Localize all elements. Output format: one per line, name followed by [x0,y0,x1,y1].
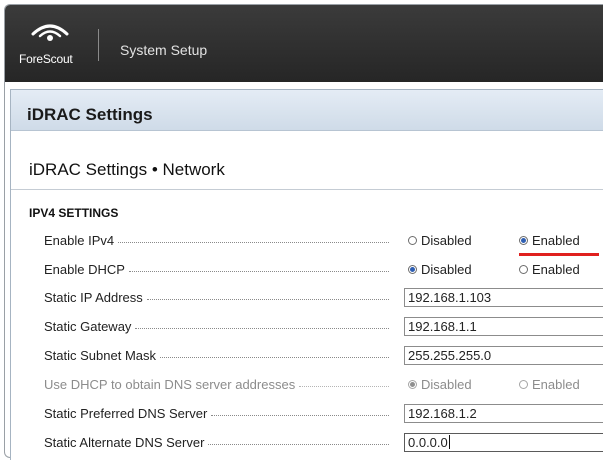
setting-row-static-ip: Static IP Address 192.168.1.103 [0,287,603,309]
dhcp-dns-enabled-radio: Enabled [519,377,580,392]
enable-dhcp-enabled-radio[interactable]: Enabled [519,262,580,277]
top-bar: ForeScout System Setup [5,5,603,82]
enable-ipv4-disabled-radio[interactable]: Disabled [408,233,472,248]
static-ip-input[interactable]: 192.168.1.103 [404,288,603,307]
page-header: iDRAC Settings [11,90,603,131]
static-gateway-input[interactable]: 192.168.1.1 [404,317,603,336]
setting-label: Static Gateway [44,319,132,334]
radio-off-icon [519,265,528,274]
preferred-dns-input[interactable]: 192.168.1.2 [404,404,603,423]
leader-dots [160,357,389,358]
enable-ipv4-enabled-radio[interactable]: Enabled [519,233,580,248]
radio-on-icon [408,380,417,389]
setting-label: Use DHCP to obtain DNS server addresses [44,377,296,392]
radio-on-icon [408,265,417,274]
leader-dots [135,328,389,329]
radio-off-icon [519,380,528,389]
setting-row-subnet-mask: Static Subnet Mask 255.255.255.0 [0,345,603,367]
setting-label: Static Subnet Mask [44,348,156,363]
setting-row-static-gateway: Static Gateway 192.168.1.1 [0,316,603,338]
logo-text: ForeScout [19,52,73,66]
setting-row-preferred-dns: Static Preferred DNS Server 192.168.1.2 [0,403,603,425]
setting-row-enable-ipv4: Enable IPv4 Disabled Enabled [0,230,603,252]
highlight-underline [519,253,599,256]
setting-row-dhcp-dns: Use DHCP to obtain DNS server addresses … [0,374,603,396]
setting-label: Static IP Address [44,290,143,305]
leader-dots [211,415,389,416]
radio-on-icon [519,236,528,245]
setting-label: Enable DHCP [44,262,125,277]
leader-dots [299,386,389,387]
section-title: IPV4 SETTINGS [29,206,119,220]
alternate-dns-input[interactable]: 0.0.0.0 [404,433,603,452]
leader-dots [128,271,389,272]
header-divider [98,29,99,61]
leader-dots [146,299,389,300]
setting-label: Enable IPv4 [44,233,115,248]
forescout-logo: ForeScout [19,20,89,70]
leader-dots [208,444,389,445]
subnet-mask-input[interactable]: 255.255.255.0 [404,346,603,365]
setting-row-alternate-dns: Static Alternate DNS Server 0.0.0.0 [0,432,603,454]
app-title: System Setup [120,42,208,58]
breadcrumb: iDRAC Settings • Network [29,160,225,179]
text-caret [448,435,450,449]
page-title: iDRAC Settings [27,105,153,124]
forescout-logo-icon [31,24,69,41]
setting-label: Static Alternate DNS Server [44,435,205,450]
divider [11,189,603,190]
radio-off-icon [408,236,417,245]
enable-dhcp-disabled-radio[interactable]: Disabled [408,262,472,277]
setting-label: Static Preferred DNS Server [44,406,208,421]
dhcp-dns-disabled-radio: Disabled [408,377,472,392]
setting-row-enable-dhcp: Enable DHCP Disabled Enabled [0,259,603,281]
leader-dots [118,242,389,243]
